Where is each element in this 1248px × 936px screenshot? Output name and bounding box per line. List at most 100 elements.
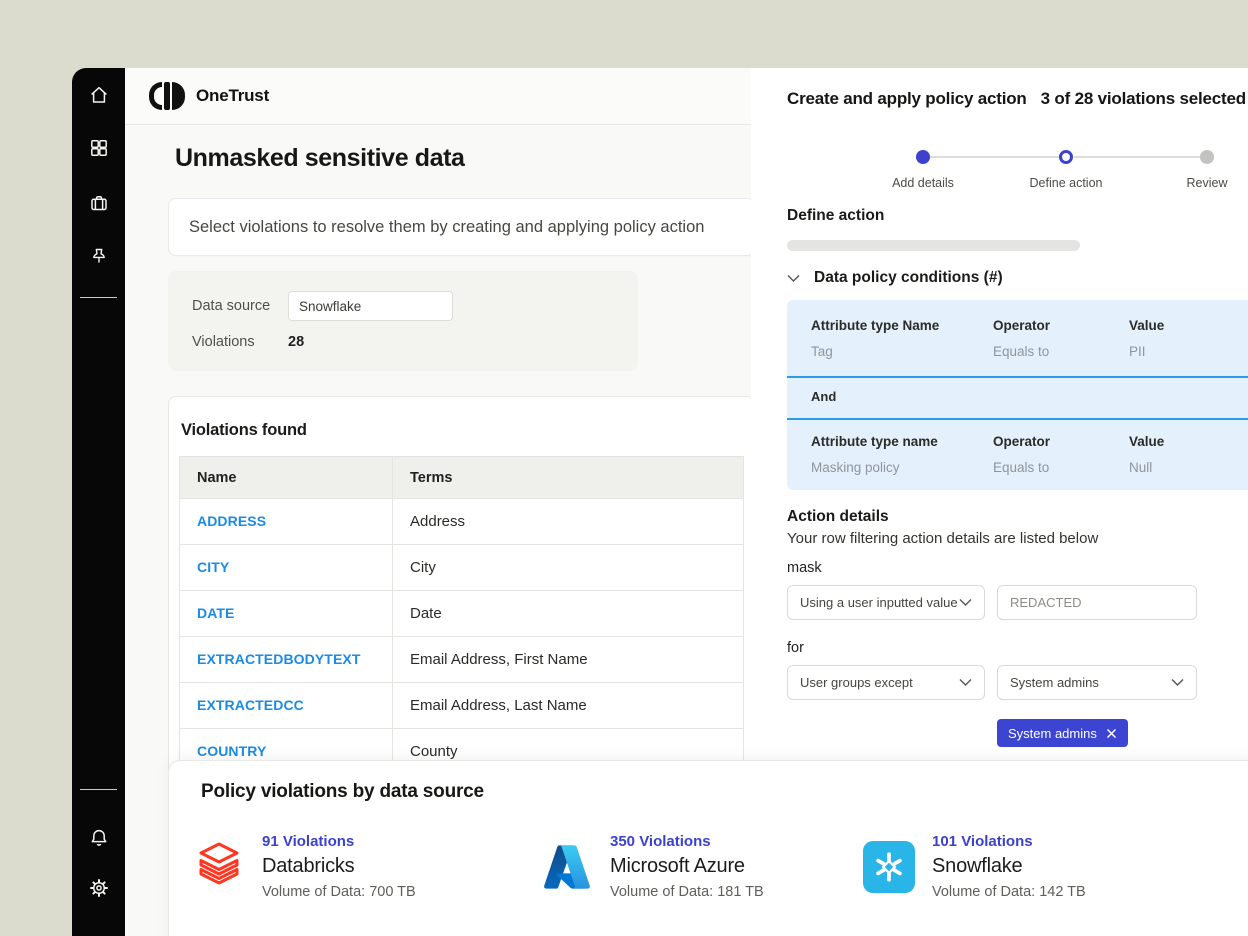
condition-header: Attribute type name — [811, 434, 938, 449]
source-card-azure: 350 Violations Microsoft Azure Volume of… — [541, 833, 764, 900]
violations-count: 28 — [288, 334, 304, 350]
source-violations-link[interactable]: 350 Violations — [610, 833, 764, 850]
step-label: Review — [1187, 176, 1228, 190]
terms-cell: Address — [393, 499, 744, 545]
page-title: Unmasked sensitive data — [175, 144, 465, 173]
top-bar: OneTrust — [125, 68, 751, 125]
table-row: DATE Date — [180, 591, 744, 637]
stepper: Add details Define action Review — [787, 150, 1227, 210]
violation-link[interactable]: DATE — [197, 605, 234, 621]
chevron-down-icon — [787, 274, 800, 283]
remove-chip-icon[interactable] — [1106, 728, 1117, 739]
policy-violations-summary: Policy violations by data source 91 Viol… — [168, 760, 1248, 936]
selection-status: 3 of 28 violations selected — [1041, 89, 1246, 108]
violation-link[interactable]: CITY — [197, 559, 229, 575]
group-operator-value: User groups except — [800, 675, 913, 690]
terms-cell: Email Address, Last Name — [393, 683, 744, 729]
mask-method-value: Using a user inputted value — [800, 595, 958, 610]
define-action-heading: Define action — [787, 207, 884, 225]
terms-cell: Email Address, First Name — [393, 637, 744, 683]
group-operator-select[interactable]: User groups except — [787, 665, 985, 700]
chip-label: System admins — [1008, 726, 1097, 741]
terms-cell: Date — [393, 591, 744, 637]
instruction-banner-text: Select violations to resolve them by cre… — [189, 218, 704, 237]
sidebar-divider-top — [80, 297, 117, 298]
snowflake-icon — [863, 841, 915, 893]
source-volume: Volume of Data: 700 TB — [262, 884, 416, 900]
stepper-line — [1074, 156, 1200, 158]
selected-group-chip[interactable]: System admins — [997, 719, 1128, 747]
azure-icon — [541, 841, 593, 893]
sidebar — [72, 68, 125, 936]
source-name: Databricks — [262, 855, 416, 878]
step-define-action-dot[interactable] — [1059, 150, 1073, 164]
onetrust-logo-icon — [149, 82, 185, 110]
panel-title: Create and apply policy action 3 of 28 vi… — [787, 89, 1246, 109]
chevron-down-icon — [1171, 678, 1184, 687]
source-volume: Volume of Data: 181 TB — [610, 884, 764, 900]
table-row: ADDRESS Address — [180, 499, 744, 545]
for-label: for — [787, 640, 804, 656]
source-card-databricks: 91 Violations Databricks Volume of Data:… — [193, 833, 416, 900]
violation-link[interactable]: EXTRACTEDBODYTEXT — [197, 651, 361, 667]
pin-icon[interactable] — [87, 245, 111, 269]
table-row: EXTRACTEDBODYTEXT Email Address, First N… — [180, 637, 744, 683]
bell-icon[interactable] — [87, 826, 111, 850]
condition-value: Equals to — [993, 460, 1049, 475]
action-details-subtitle: Your row filtering action details are li… — [787, 530, 1098, 547]
condition-header: Attribute type Name — [811, 318, 939, 333]
policy-action-panel: Create and apply policy action 3 of 28 vi… — [751, 68, 1248, 760]
step-review-dot[interactable] — [1200, 150, 1214, 164]
briefcase-icon[interactable] — [87, 191, 111, 215]
condition-header: Value — [1129, 434, 1164, 449]
terms-cell: City — [393, 545, 744, 591]
progress-bar — [787, 240, 1080, 251]
gear-icon[interactable] — [87, 876, 111, 900]
condition-divider — [787, 376, 1248, 378]
sidebar-divider-bottom — [80, 789, 117, 790]
summary-title: Policy violations by data source — [201, 781, 484, 803]
condition-value: PII — [1129, 344, 1146, 359]
column-header-terms: Terms — [393, 457, 744, 499]
condition-connector: And — [811, 389, 836, 404]
group-value-text: System admins — [1010, 675, 1099, 690]
databricks-icon — [193, 841, 245, 893]
violations-card-title: Violations found — [179, 407, 744, 456]
column-header-name: Name — [180, 457, 393, 499]
source-violations-link[interactable]: 101 Violations — [932, 833, 1086, 850]
app-window: OneTrust Unmasked sensitive data Select … — [72, 68, 1248, 936]
group-value-select[interactable]: System admins — [997, 665, 1197, 700]
conditions-title: Data policy conditions (#) — [814, 269, 1003, 287]
action-details-heading: Action details — [787, 508, 889, 526]
onetrust-logo: OneTrust — [149, 82, 269, 110]
step-label: Add details — [892, 176, 954, 190]
stepper-line — [930, 156, 1059, 158]
mask-value-input[interactable]: REDACTED — [997, 585, 1197, 620]
mask-method-select[interactable]: Using a user inputted value — [787, 585, 985, 620]
violation-link[interactable]: COUNTRY — [197, 743, 266, 759]
violation-link[interactable]: EXTRACTEDCC — [197, 697, 304, 713]
violation-link[interactable]: ADDRESS — [197, 513, 266, 529]
chevron-down-icon — [959, 678, 972, 687]
mask-value-text: REDACTED — [1010, 595, 1082, 610]
table-header-row: Name Terms — [180, 457, 744, 499]
data-source-input[interactable]: Snowflake — [288, 291, 453, 321]
panel-title-text: Create and apply policy action — [787, 89, 1027, 108]
data-source-label: Data source — [192, 298, 288, 314]
step-add-details-dot[interactable] — [916, 150, 930, 164]
screenshot-root: OneTrust Unmasked sensitive data Select … — [0, 0, 1248, 936]
conditions-panel: Attribute type Name Operator Value Tag E… — [787, 300, 1248, 490]
step-label: Define action — [1030, 176, 1103, 190]
conditions-toggle[interactable]: Data policy conditions (#) — [787, 269, 1003, 287]
source-card-snowflake: 101 Violations Snowflake Volume of Data:… — [863, 833, 1086, 900]
chevron-down-icon — [959, 598, 972, 607]
condition-value: Null — [1129, 460, 1152, 475]
apps-grid-icon[interactable] — [87, 136, 111, 160]
brand-name: OneTrust — [196, 86, 269, 106]
source-volume: Volume of Data: 142 TB — [932, 884, 1086, 900]
violations-label: Violations — [192, 334, 288, 350]
home-icon[interactable] — [87, 83, 111, 107]
condition-header: Operator — [993, 318, 1050, 333]
source-violations-link[interactable]: 91 Violations — [262, 833, 416, 850]
instruction-banner: Select violations to resolve them by cre… — [168, 198, 751, 256]
